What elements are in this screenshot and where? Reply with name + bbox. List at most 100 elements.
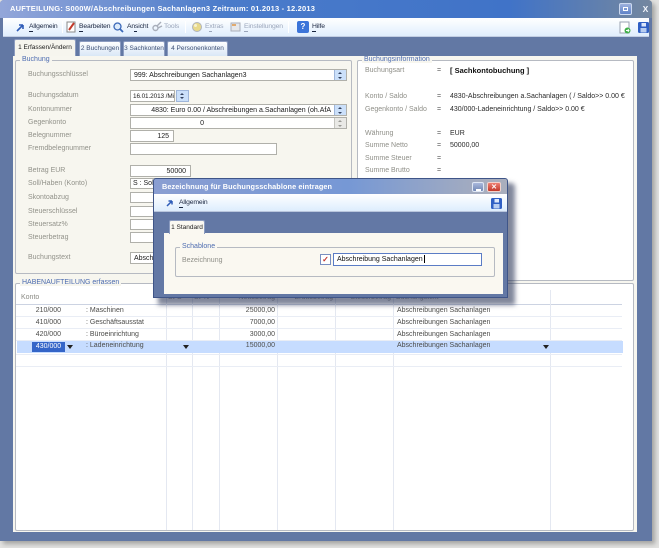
allgemein-arrow-icon [15,22,26,33]
info-konto-saldo-label: Konto / Saldo [365,93,407,100]
dropdown-arrow-icon[interactable] [67,345,73,349]
fremdbelegnummer-label: Fremdbelegnummer [28,143,91,155]
cell-text: Abschreibungen Sachanlagen [397,319,490,326]
buchungsschluessel-combo[interactable]: 999: Abschreibungen Sachanlagen3 [130,69,347,81]
dialog-title-bar: Bezeichnung für Buchungsschablone eintra… [154,179,507,194]
info-waehrung-value: EUR [450,130,465,137]
menu-bar: Allgemein Bearbeiten Ansicht Tools Extra… [3,18,649,37]
einstellungen-underline [244,31,248,32]
dialog-minimize-button[interactable] [472,182,484,192]
dialog-save-icon[interactable] [490,197,503,210]
kontonummer-combo[interactable]: 4830: Euro 0.00 / Abschreibungen a.Sacha… [130,104,347,116]
tab-sachkonten[interactable]: 3 Sachkonten [123,41,165,56]
dialog-close-button[interactable]: ✕ [487,182,501,192]
menu-item-allgemein[interactable]: Allgemein [29,23,58,30]
menu-item-extras[interactable]: Extras [205,23,223,30]
buchungsinformation-group-title: Buchungsinformation [362,56,432,63]
gegenkonto-label: Gegenkonto [28,117,66,129]
info-buchungsart-value: [ Sachkontobuchung ] [450,66,529,75]
skontoabzug-label: Skontoabzug [28,192,69,204]
title-bar: AUFTEILUNG: S000W/Abschreibungen Sachanl… [0,0,652,18]
text-caret [424,255,425,263]
info-eq: = [437,155,441,162]
buchungsschluessel-value: 999: Abschreibungen Sachanlagen3 [134,70,246,80]
cell-name: : Maschinen [86,307,124,314]
menu-item-bearbeiten[interactable]: Bearbeiten [79,23,110,30]
hilfe-underline [312,31,316,32]
mandatory-check-icon[interactable]: ✓ [320,254,331,265]
restore-button[interactable] [619,3,632,15]
menu-separator [62,21,63,33]
buchungsdatum-spinner[interactable] [176,90,189,102]
bearbeiten-underline [79,31,83,32]
close-button[interactable]: X [640,3,651,15]
info-eq: = [437,67,441,74]
info-konto-saldo-value: 4830-Abschreibungen a.Sachanlagen ( / Sa… [450,93,625,100]
menu-item-tools[interactable]: Tools [164,23,179,30]
menu-item-einstellungen[interactable]: Einstellungen [244,23,283,30]
gegenkonto-spinner [334,118,346,128]
save-icon[interactable] [637,21,650,34]
table-row-selected[interactable]: 430/000 : Ladeneinrichtung 15000,00 Absc… [17,341,623,353]
cell-netto: 15000,00 [219,342,275,349]
tab-personenkonten[interactable]: 4 Personenkonten [167,41,228,56]
ansicht-icon [112,21,125,34]
dialog-tab-standard[interactable]: 1 Standard [169,220,205,234]
cell-konto: 210/000 [17,307,61,314]
cell-name: : Ladeneinrichtung [86,342,144,349]
cell-netto: 25000,00 [219,307,275,314]
extras-icon [191,21,203,33]
belegnummer-value: 125 [157,131,169,141]
info-summe-brutto-label: Summe Brutto [365,167,410,174]
dropdown-arrow-icon[interactable] [183,345,189,349]
grid-header-konto[interactable]: Konto [21,294,39,301]
belegnummer-label: Belegnummer [28,130,72,142]
info-summe-netto-label: Summe Netto [365,142,408,149]
kontonummer-spinner[interactable] [334,105,346,115]
dialog-menu-allgemein[interactable]: Allgemein [179,199,208,206]
menu-item-ansicht[interactable]: Ansicht [127,23,148,30]
gridline [166,290,167,530]
cell-netto: 3000,00 [219,331,275,338]
dropdown-arrow-icon[interactable] [543,345,549,349]
belegnummer-field[interactable]: 125 [130,130,174,142]
info-eq: = [437,93,441,100]
bearbeiten-icon [66,21,77,33]
info-eq: = [437,106,441,113]
grid-row-line [16,366,622,367]
cell-text: Abschreibungen Sachanlagen [397,331,490,338]
betrag-field[interactable]: 50000 [130,165,191,177]
cell-konto-editing[interactable]: 430/000 [32,342,65,352]
info-eq: = [437,130,441,137]
buchungsschluessel-spinner[interactable] [334,70,346,80]
tab-buchungen[interactable]: 2 Buchungen [79,41,121,56]
dialog-toolbar: Allgemein [154,194,507,212]
bezeichnung-label: Bezeichnung [182,257,222,264]
window-title: AUFTEILUNG: S000W/Abschreibungen Sachanl… [10,4,315,13]
cell-konto: 420/000 [17,331,61,338]
new-document-icon[interactable] [619,21,631,34]
cell-netto: 7000,00 [219,319,275,326]
info-gegenkonto-saldo-value: 430/000-Ladeneinrichtung / Saldo>> 0.00 … [450,106,585,113]
cell-konto: 410/000 [17,319,61,326]
menu-item-hilfe[interactable]: Hilfe [312,23,325,30]
buchungsdatum-field[interactable]: 16.01.2013 /Mi [130,90,175,102]
bezeichnung-input[interactable]: Abschreibung Sachanlagen [333,253,482,266]
gegenkonto-combo[interactable]: 0 [130,117,347,129]
schablone-group-title: Schablone [180,243,217,250]
einstellungen-icon [230,21,242,33]
tab-erfassen-aendern[interactable]: 1 Erfassen/Ändern [14,39,76,56]
grid-row-line [16,316,622,317]
info-buchungsart-label: Buchungsart [365,67,404,74]
kontonummer-label: Kontonummer [28,104,72,116]
cell-name: : Büroeinrichtung [86,331,139,338]
info-eq: = [437,142,441,149]
ansicht-underline [134,31,137,32]
buchungsschablone-dialog: Bezeichnung für Buchungsschablone eintra… [153,178,508,298]
cell-text: Abschreibungen Sachanlagen [397,342,490,349]
info-eq: = [437,167,441,174]
fremdbelegnummer-field[interactable] [130,143,277,155]
habenaufteilung-group-title: HABENAUFTEILUNG erfassen [20,279,121,286]
restore-icon [623,7,628,11]
sollhaben-label: Soll/Haben (Konto) [28,178,87,190]
